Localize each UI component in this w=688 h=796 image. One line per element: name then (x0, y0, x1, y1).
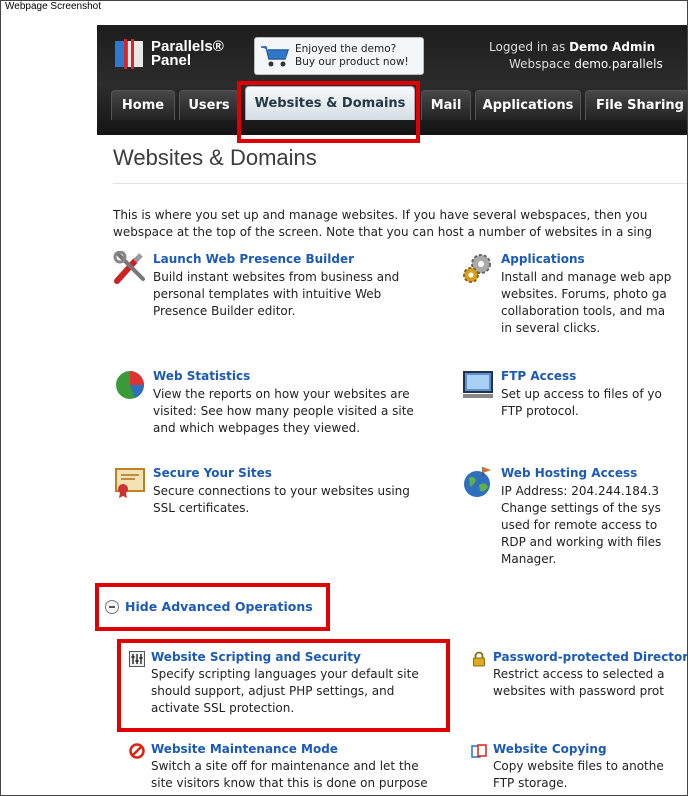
advanced-item-description: Copy website files to anothe FTP storage. (493, 759, 664, 790)
webspace-label: Webspace (509, 57, 571, 71)
advanced-item-title[interactable]: Website Scripting and Security (151, 649, 361, 666)
logo-text: Parallels® Panel (151, 38, 224, 69)
tab-home[interactable]: Home (111, 90, 175, 120)
advanced-item-title[interactable]: Website Maintenance Mode (151, 741, 338, 758)
logged-in-label: Logged in as (489, 40, 566, 54)
no-entry-icon (129, 743, 145, 759)
main-content: Websites & Domains This is where you set… (97, 135, 687, 795)
advanced-item-description: Specify scripting languages your default… (151, 667, 419, 715)
feature-description: View the reports on how your websites ar… (153, 387, 414, 435)
shopping-cart-icon (255, 41, 295, 71)
top-header: Parallels® Panel Enjoyed the demo? Buy o… (97, 25, 687, 135)
feature-web-statistics: Web Statistics View the reports on how y… (113, 368, 443, 444)
promo-line-2: Buy our product now! (295, 56, 409, 68)
feature-title[interactable]: Launch Web Presence Builder (153, 251, 354, 268)
tab-websites-domains[interactable]: Websites & Domains (245, 86, 415, 120)
webspace-selector[interactable]: demo.parallels (574, 57, 663, 71)
copy-icon (471, 743, 487, 759)
advanced-item-title[interactable]: Password-protected Director (493, 649, 687, 666)
feature-description: Secure connections to your websites usin… (153, 484, 410, 515)
parallels-logo[interactable]: Parallels® Panel (115, 37, 224, 71)
tab-applications[interactable]: Applications (475, 90, 581, 120)
feature-description: Set up access to files of yo FTP protocol… (501, 387, 662, 418)
sliders-icon (129, 651, 145, 667)
screenshot-caption: Webpage Screenshot (5, 1, 101, 12)
feature-secure-sites: Secure Your Sites Secure connections to … (113, 465, 443, 515)
title-divider (113, 183, 687, 184)
screenshot-frame: Webpage Screenshot Parallels® Panel Enjo… (0, 0, 688, 796)
advanced-toggle-label: Hide Advanced Operations (125, 599, 313, 614)
advanced-item-description: Restrict access to selected a websites wi… (493, 667, 665, 698)
feature-applications: Applications Install and manage web app w… (461, 251, 687, 341)
buy-product-banner[interactable]: Enjoyed the demo? Buy our product now! (254, 37, 424, 75)
promo-line-1: Enjoyed the demo? (295, 43, 397, 55)
login-info: Logged in as Demo Admin Webspace demo.pa… (489, 39, 687, 73)
gears-icon (461, 251, 495, 285)
feature-title[interactable]: Applications (501, 251, 585, 268)
hide-advanced-operations-toggle[interactable]: Hide Advanced Operations (105, 599, 313, 614)
feature-web-hosting-access: Web Hosting Access IP Address: 204.244.1… (461, 465, 687, 575)
advanced-website-copying: Website Copying Copy website files to an… (471, 741, 687, 790)
tab-file-sharing[interactable]: File Sharing (585, 90, 687, 120)
feature-web-presence-builder: Launch Web Presence Builder Build instan… (113, 250, 443, 331)
feature-title[interactable]: Web Hosting Access (501, 465, 637, 482)
page-title: Websites & Domains (113, 145, 317, 170)
feature-title[interactable]: Web Statistics (153, 368, 250, 385)
feature-description: IP Address: 204.244.184.3 Change settings… (501, 484, 662, 566)
logged-in-user[interactable]: Demo Admin (569, 40, 655, 54)
feature-description: Build instant websites from business and… (153, 270, 400, 318)
pie-chart-icon (113, 368, 147, 402)
feature-title[interactable]: Secure Your Sites (153, 465, 272, 482)
monitor-icon (461, 368, 495, 402)
advanced-scripting-security: Website Scripting and Security Specify s… (129, 649, 459, 715)
parallels-logo-icon (115, 39, 145, 69)
tab-users[interactable]: Users (179, 90, 239, 120)
tools-icon (113, 250, 147, 285)
globe-icon (461, 465, 495, 499)
lock-icon (471, 651, 487, 667)
tab-mail[interactable]: Mail (421, 90, 471, 120)
collapse-icon (105, 599, 119, 614)
advanced-maintenance-mode: Website Maintenance Mode Switch a site o… (129, 741, 459, 790)
advanced-item-title[interactable]: Website Copying (493, 741, 607, 758)
advanced-password-protected-directories: Password-protected Director Restrict acc… (471, 649, 687, 698)
feature-description: Install and manage web app websites. Foru… (501, 270, 672, 335)
feature-ftp-access: FTP Access Set up access to files of yo F… (461, 368, 687, 428)
feature-title[interactable]: FTP Access (501, 368, 576, 385)
certificate-icon (113, 465, 147, 499)
advanced-item-description: Switch a site off for maintenance and le… (151, 759, 428, 790)
intro-text: This is where you set up and manage webs… (113, 208, 652, 239)
